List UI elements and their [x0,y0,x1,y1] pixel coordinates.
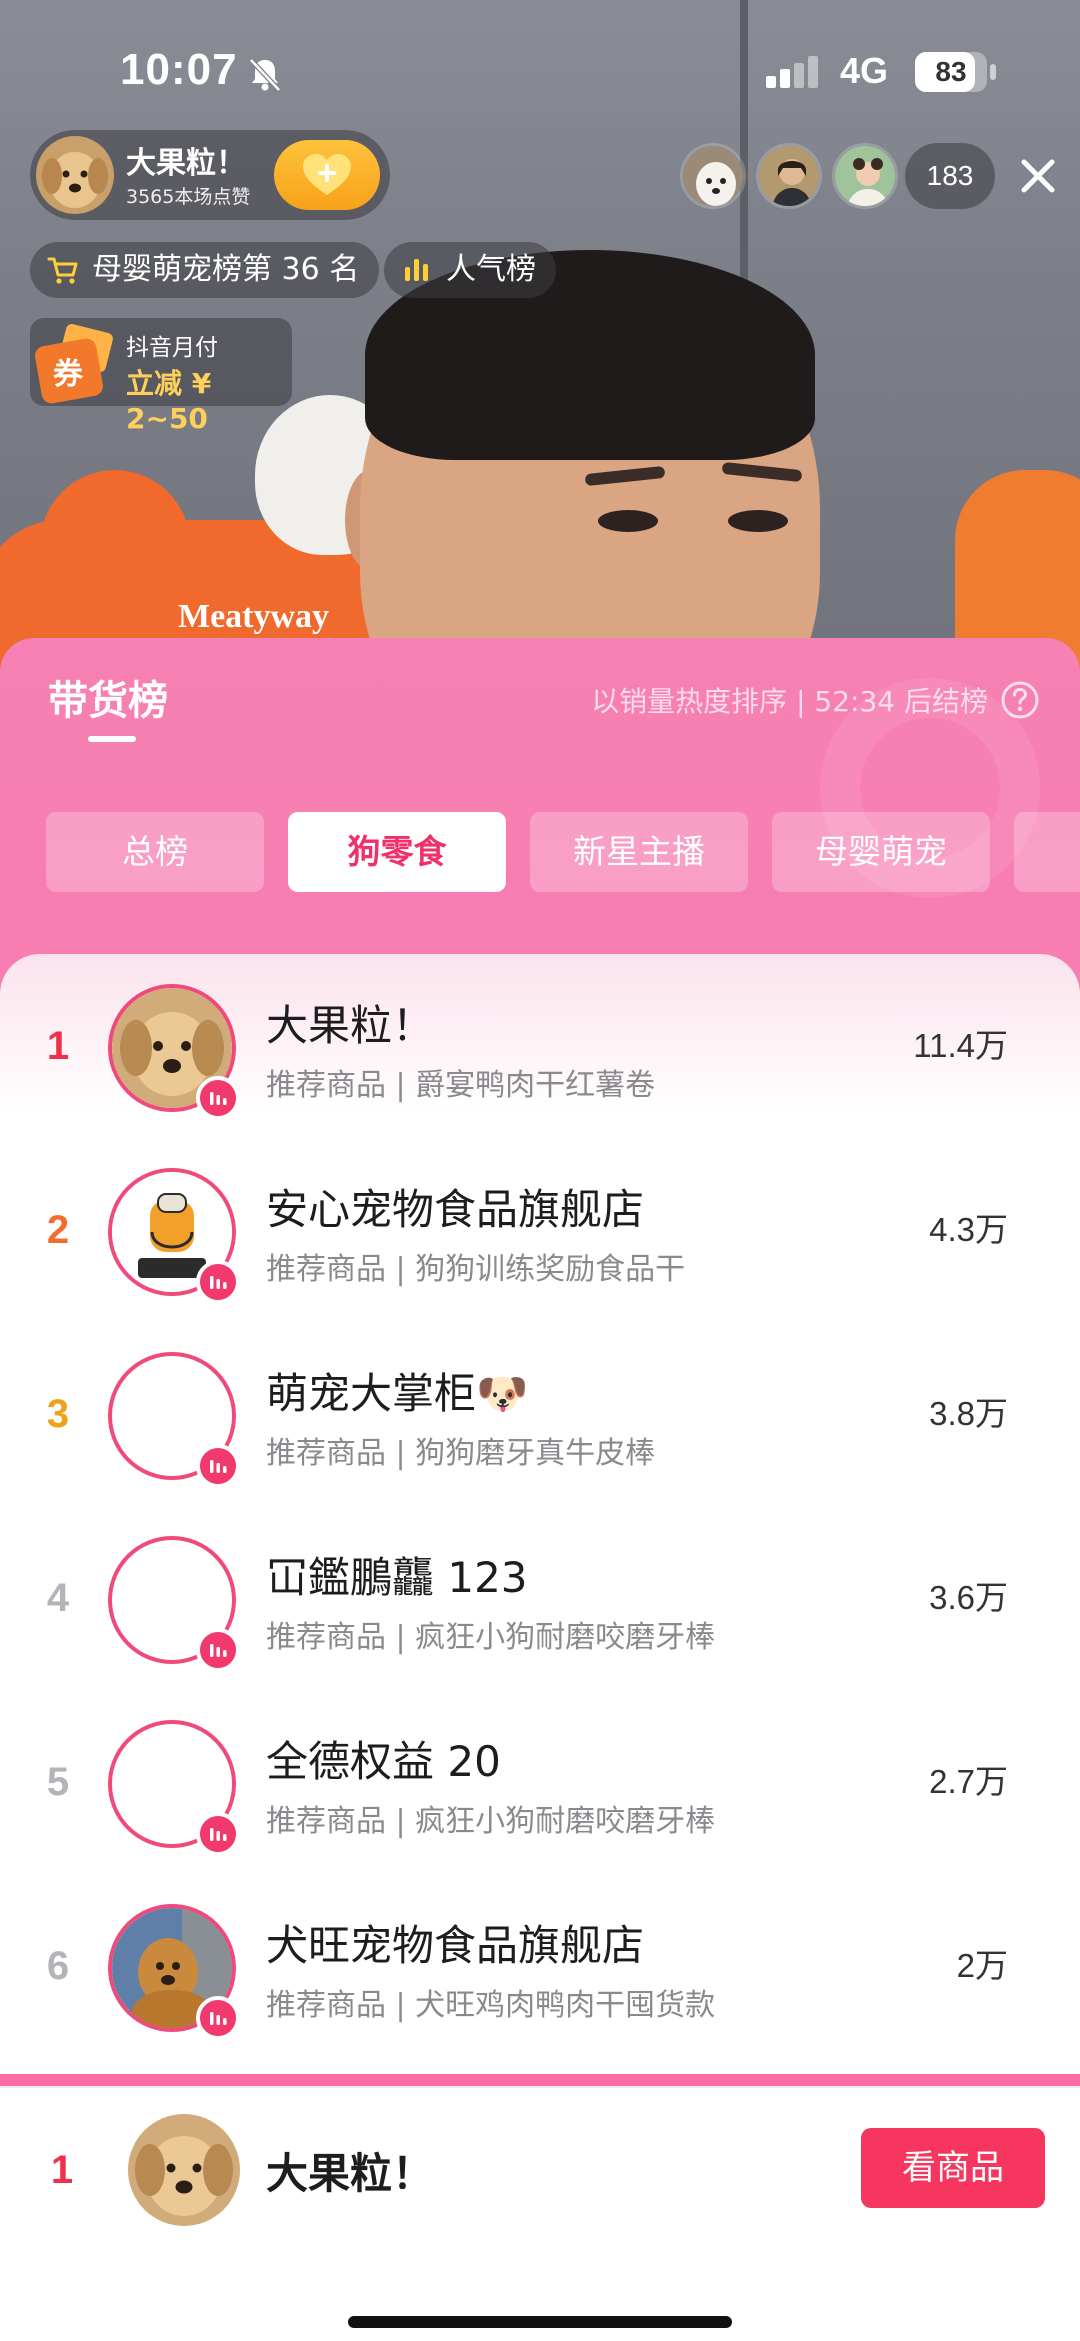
ranking-row[interactable]: 4 冚鑑鵬龘 123 推荐商品 | 疯狂小狗耐磨咬磨牙棒 3.6万 [0,1506,1080,1690]
status-time: 10:07 [120,45,238,94]
rank-number: 6 [46,1944,70,1988]
ranking-info: 以销量热度排序 | 52:34 后结榜 [591,680,1040,720]
bar-chart-icon [405,259,428,281]
rank-number: 1 [46,1024,70,1068]
background-logo-graphic: Meatyway [178,598,330,635]
help-icon[interactable] [1000,680,1040,720]
network-type: 4G [840,50,889,91]
coupon-badge-text: 券 [53,357,84,392]
sales-score: 11.4万 [913,1027,1008,1064]
current-host-name: 大果粒！ [266,2149,435,2198]
live-indicator [196,1076,240,1120]
payment-coupon-banner[interactable]: 券 抖音月付 立减 ¥ 2~50 [30,318,292,435]
host-eye-left [598,510,658,532]
host-eye-right [728,510,788,532]
tab-total[interactable]: 总榜 [46,812,264,892]
sales-score: 4.3万 [929,1211,1008,1248]
viewer-avatar[interactable] [832,143,898,209]
category-tabs: 总榜 狗零食 新星主播 母婴萌宠 珠 [46,812,1080,892]
current-host-avatar[interactable] [128,2114,240,2226]
sales-score: 2万 [956,1947,1008,1984]
recommended-product: 推荐商品 | 疯狂小狗耐磨咬磨牙棒 [266,1804,716,1839]
category-rank-label: 母婴萌宠榜第 36 名 [92,252,360,287]
streamer-name: 全德权益 20 [266,1737,501,1786]
ranking-row[interactable]: 5 全德权益 20 推荐商品 | 疯狂小狗耐磨咬磨牙棒 2.7万 [0,1690,1080,1874]
live-bars-icon [210,1828,227,1841]
tab-dog-snacks[interactable]: 狗零食 [288,812,506,892]
tab-new-star-host[interactable]: 新星主播 [530,812,748,892]
shopping-cart-icon [47,257,78,284]
popularity-label: 人气榜 [446,252,536,287]
close-icon[interactable] [1012,150,1064,202]
tab-mother-baby-pets[interactable]: 母婴萌宠 [772,812,990,892]
ranking-row[interactable]: 1 大果粒！ 推荐商品 | 爵宴鸭肉干红薯卷 11.4万 [0,954,1080,1138]
top-viewers[interactable] [680,143,908,209]
host-like-count: 3565本场点赞 [126,186,251,208]
panel-title-underline [88,736,136,742]
viewer-avatar[interactable] [756,143,822,209]
streamer-name: 大果粒！ [266,1001,435,1050]
home-indicator[interactable] [348,2316,732,2328]
streamer-name: 冚鑑鵬龘 123 [266,1553,528,1602]
ranking-row[interactable]: 3 萌宠大掌柜🐶 推荐商品 | 狗狗磨牙真牛皮棒 3.8万 [0,1322,1080,1506]
sales-score: 2.7万 [929,1763,1008,1800]
rank-number: 4 [46,1576,70,1620]
recommended-product: 推荐商品 | 疯狂小狗耐磨咬磨牙棒 [266,1620,716,1655]
recommended-product: 推荐商品 | 狗狗训练奖励食品干 [266,1252,686,1287]
live-indicator [196,1444,240,1488]
category-rank-tag[interactable]: 母婴萌宠榜第 36 名 [30,242,380,298]
live-indicator [196,1260,240,1304]
coupon-discount: 立减 ¥ 2~50 [126,367,212,435]
cellular-signal-icon [766,56,818,88]
live-indicator [196,1812,240,1856]
white-dog-avatar-icon [683,146,743,206]
ranking-list: 1 大果粒！ 推荐商品 | 爵宴鸭肉干红薯卷 11.4万 2 安心宠物食品旗舰店… [0,954,1080,2074]
rank-number: 5 [46,1760,70,1804]
recommended-product: 推荐商品 | 犬旺鸡肉鸭肉干囤货款 [266,1988,716,2023]
live-bars-icon [210,1092,227,1105]
streamer-name: 安心宠物食品旗舰店 [266,1185,645,1234]
live-indicator [196,1628,240,1672]
viewer-avatar[interactable] [680,143,746,209]
live-bars-icon [210,1276,227,1289]
battery-tip [990,64,996,80]
live-bars-icon [210,1460,227,1473]
live-bars-icon [210,1644,227,1657]
sales-score: 3.8万 [929,1395,1008,1432]
streamer-name: 萌宠大掌柜🐶 [266,1369,529,1418]
streamer-name: 犬旺宠物食品旗舰店 [266,1921,645,1970]
tab-jewelry[interactable]: 珠 [1014,812,1080,892]
battery-percent: 83 [935,56,967,87]
coupon-ticket-icon: 券 [35,324,113,404]
view-products-button[interactable]: 看商品 [861,2128,1045,2208]
rank-number: 2 [46,1208,70,1252]
recommended-product: 推荐商品 | 狗狗磨牙真牛皮棒 [266,1436,656,1471]
host-info-capsule[interactable]: 大果粒！ 3565本场点赞 [30,130,390,220]
live-bars-icon [210,2012,227,2025]
bell-muted-icon [249,58,281,92]
host-avatar[interactable] [36,136,114,214]
person-avatar-icon [835,146,895,206]
current-host-rank: 1 [50,2148,74,2192]
viewer-count[interactable]: 183 [905,143,995,209]
sales-score: 3.6万 [929,1579,1008,1616]
ranking-row[interactable]: 2 安心宠物食品旗舰店 推荐商品 | 狗狗训练奖励食品干 4.3万 [0,1138,1080,1322]
follow-button[interactable] [274,140,380,210]
battery-indicator: 83 [915,52,987,92]
person-avatar-icon [759,146,819,206]
host-name: 大果粒！ [126,146,246,181]
live-indicator [196,1996,240,2040]
popularity-tag[interactable]: 人气榜 [384,242,556,298]
golden-retriever-avatar-icon [36,136,114,214]
recommended-product: 推荐商品 | 爵宴鸭肉干红薯卷 [266,1068,656,1103]
golden-retriever-avatar-icon [128,2114,240,2226]
heart-plus-icon [303,154,351,195]
panel-title[interactable]: 带货榜 [48,668,168,726]
ranking-info-text: 以销量热度排序 | 52:34 后结榜 [591,685,988,718]
ranking-row[interactable]: 6 犬旺宠物食品旗舰店 推荐商品 | 犬旺鸡肉鸭肉干囤货款 2万 [0,1874,1080,2058]
coupon-title: 抖音月付 [126,335,218,361]
rank-number: 3 [46,1392,70,1436]
current-host-rank-bar: 1 大果粒！ 看商品 [0,2086,1080,2341]
